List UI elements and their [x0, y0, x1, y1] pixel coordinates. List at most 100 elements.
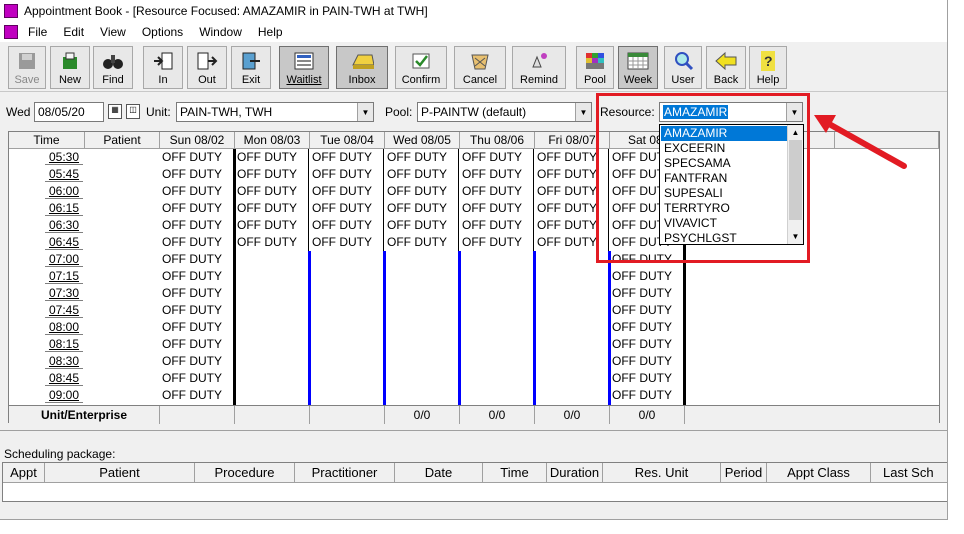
chevron-down-icon[interactable]: ▼ [575, 103, 591, 121]
time-slot[interactable]: 08:15 [45, 336, 83, 352]
off-duty-cell[interactable]: OFF DUTY [460, 234, 522, 251]
time-slot[interactable]: 08:30 [45, 353, 83, 369]
chevron-down-icon[interactable]: ▼ [357, 103, 373, 121]
off-duty-cell[interactable]: OFF DUTY [610, 387, 672, 404]
header-tue[interactable]: Tue 08/04 [310, 132, 385, 149]
off-duty-cell[interactable]: OFF DUTY [460, 149, 522, 166]
menu-help[interactable]: Help [250, 25, 291, 39]
pool-button[interactable]: Pool [576, 46, 614, 89]
off-duty-cell[interactable]: OFF DUTY [535, 183, 597, 200]
off-duty-cell[interactable]: OFF DUTY [535, 149, 597, 166]
header-thu[interactable]: Thu 08/06 [460, 132, 535, 149]
time-slot[interactable]: 08:00 [45, 319, 83, 335]
pkg-header-appt[interactable]: Appt [3, 463, 45, 483]
off-duty-cell[interactable]: OFF DUTY [160, 353, 222, 370]
off-duty-cell[interactable]: OFF DUTY [385, 217, 447, 234]
cancel-button[interactable]: Cancel [454, 46, 506, 89]
remind-button[interactable]: Remind [512, 46, 566, 89]
new-button[interactable]: New [50, 46, 90, 89]
off-duty-cell[interactable]: OFF DUTY [610, 302, 672, 319]
save-button[interactable]: Save [8, 46, 46, 89]
off-duty-cell[interactable]: OFF DUTY [160, 370, 222, 387]
unit-select[interactable]: PAIN-TWH, TWH ▼ [176, 102, 374, 122]
off-duty-cell[interactable]: OFF DUTY [160, 149, 222, 166]
pkg-header-duration[interactable]: Duration [547, 463, 603, 483]
off-duty-cell[interactable]: OFF DUTY [310, 166, 372, 183]
off-duty-cell[interactable]: OFF DUTY [310, 234, 372, 251]
off-duty-cell[interactable]: OFF DUTY [385, 200, 447, 217]
off-duty-cell[interactable]: OFF DUTY [385, 234, 447, 251]
menu-options[interactable]: Options [134, 25, 191, 39]
time-slot[interactable]: 07:45 [45, 302, 83, 318]
time-slot[interactable]: 06:30 [45, 217, 83, 233]
week-button[interactable]: Week [618, 46, 658, 89]
back-button[interactable]: Back [706, 46, 746, 89]
off-duty-cell[interactable]: OFF DUTY [235, 217, 297, 234]
pkg-header-date[interactable]: Date [395, 463, 483, 483]
time-slot[interactable]: 05:45 [45, 166, 83, 182]
time-slot[interactable]: 06:00 [45, 183, 83, 199]
off-duty-cell[interactable]: OFF DUTY [310, 200, 372, 217]
exit-button[interactable]: Exit [231, 46, 271, 89]
off-duty-cell[interactable]: OFF DUTY [610, 268, 672, 285]
off-duty-cell[interactable]: OFF DUTY [160, 200, 222, 217]
in-button[interactable]: In [143, 46, 183, 89]
off-duty-cell[interactable]: OFF DUTY [160, 268, 222, 285]
off-duty-cell[interactable]: OFF DUTY [535, 166, 597, 183]
calendar-icon[interactable]: ▦ [108, 104, 122, 119]
time-slot[interactable]: 05:30 [45, 149, 83, 165]
menu-file[interactable]: File [20, 25, 55, 39]
off-duty-cell[interactable]: OFF DUTY [160, 302, 222, 319]
off-duty-cell[interactable]: OFF DUTY [385, 183, 447, 200]
off-duty-cell[interactable]: OFF DUTY [310, 217, 372, 234]
time-slot[interactable]: 06:15 [45, 200, 83, 216]
user-button[interactable]: User [664, 46, 702, 89]
pkg-header-last-sched[interactable]: Last Sch [871, 463, 947, 483]
time-slot[interactable]: 07:30 [45, 285, 83, 301]
header-mon[interactable]: Mon 08/03 [235, 132, 310, 149]
splitter[interactable] [0, 430, 947, 432]
menu-window[interactable]: Window [191, 25, 250, 39]
waitlist-button[interactable]: Waitlist [279, 46, 329, 89]
off-duty-cell[interactable]: OFF DUTY [385, 149, 447, 166]
pool-select[interactable]: P-PAINTW (default) ▼ [417, 102, 592, 122]
pkg-header-res-unit[interactable]: Res. Unit [603, 463, 721, 483]
off-duty-cell[interactable]: OFF DUTY [460, 200, 522, 217]
confirm-button[interactable]: Confirm [395, 46, 447, 89]
pkg-header-procedure[interactable]: Procedure [195, 463, 295, 483]
off-duty-cell[interactable]: OFF DUTY [610, 370, 672, 387]
off-duty-cell[interactable]: OFF DUTY [160, 336, 222, 353]
off-duty-cell[interactable]: OFF DUTY [235, 149, 297, 166]
document-icon[interactable] [4, 25, 18, 39]
menu-edit[interactable]: Edit [55, 25, 92, 39]
time-slot[interactable]: 08:45 [45, 370, 83, 386]
pkg-header-practitioner[interactable]: Practitioner [295, 463, 395, 483]
date-field[interactable]: 08/05/20 [34, 102, 104, 122]
header-sun[interactable]: Sun 08/02 [160, 132, 235, 149]
header-wed[interactable]: Wed 08/05 [385, 132, 460, 149]
find-button[interactable]: Find [93, 46, 133, 89]
help-button[interactable]: ? Help [749, 46, 787, 89]
time-slot[interactable]: 07:00 [45, 251, 83, 267]
off-duty-cell[interactable]: OFF DUTY [160, 217, 222, 234]
menu-view[interactable]: View [92, 25, 134, 39]
off-duty-cell[interactable]: OFF DUTY [610, 353, 672, 370]
pkg-header-time[interactable]: Time [483, 463, 547, 483]
off-duty-cell[interactable]: OFF DUTY [535, 217, 597, 234]
time-slot[interactable]: 09:00 [45, 387, 83, 403]
inbox-button[interactable]: Inbox [336, 46, 388, 89]
off-duty-cell[interactable]: OFF DUTY [310, 183, 372, 200]
off-duty-cell[interactable]: OFF DUTY [535, 234, 597, 251]
time-slot[interactable]: 06:45 [45, 234, 83, 250]
off-duty-cell[interactable]: OFF DUTY [460, 217, 522, 234]
pkg-header-period[interactable]: Period [721, 463, 767, 483]
off-duty-cell[interactable]: OFF DUTY [535, 200, 597, 217]
off-duty-cell[interactable]: OFF DUTY [385, 166, 447, 183]
out-button[interactable]: Out [187, 46, 227, 89]
off-duty-cell[interactable]: OFF DUTY [235, 166, 297, 183]
off-duty-cell[interactable]: OFF DUTY [235, 183, 297, 200]
off-duty-cell[interactable]: OFF DUTY [160, 387, 222, 404]
off-duty-cell[interactable]: OFF DUTY [160, 183, 222, 200]
time-slot[interactable]: 07:15 [45, 268, 83, 284]
off-duty-cell[interactable]: OFF DUTY [310, 149, 372, 166]
